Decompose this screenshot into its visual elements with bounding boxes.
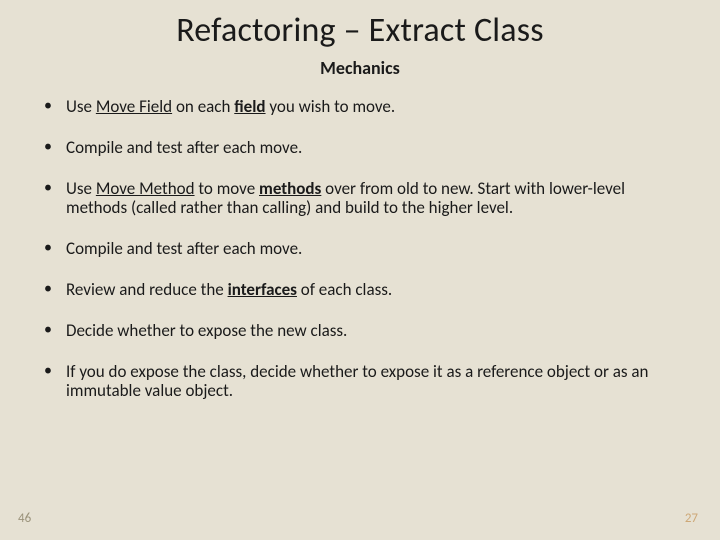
bullet-segment: Move Method xyxy=(96,178,195,199)
bullet-item: Review and reduce the interfaces of each… xyxy=(40,280,684,299)
bullet-segment: Review and reduce the xyxy=(66,279,228,300)
bullet-item: Decide whether to expose the new class. xyxy=(40,321,684,340)
bullet-item: Use Move Field on each field you wish to… xyxy=(40,97,684,116)
bullet-segment: to move xyxy=(195,178,259,199)
bullet-segment: you wish to move. xyxy=(266,96,396,117)
bullet-segment: Compile and test after each move. xyxy=(66,137,302,158)
bullet-segment: field xyxy=(234,96,265,117)
bullet-item: Compile and test after each move. xyxy=(40,239,684,258)
bullet-segment: Use xyxy=(66,178,96,199)
bullet-segment: of each class. xyxy=(297,279,392,300)
slide: Refactoring – Extract Class Mechanics Us… xyxy=(0,0,720,540)
bullet-segment: interfaces xyxy=(228,279,297,300)
bullet-segment: Compile and test after each move. xyxy=(66,238,302,259)
bullet-segment: Move Field xyxy=(96,96,172,117)
bullet-item: Compile and test after each move. xyxy=(40,138,684,157)
bullet-segment: methods xyxy=(259,178,321,199)
bullet-list: Use Move Field on each field you wish to… xyxy=(36,97,684,400)
bullet-item: If you do expose the class, decide wheth… xyxy=(40,362,684,400)
bullet-segment: Decide whether to expose the new class. xyxy=(66,320,347,341)
bullet-item: Use Move Method to move methods over fro… xyxy=(40,179,684,217)
bullet-segment: If you do expose the class, decide wheth… xyxy=(66,361,648,401)
slide-subtitle: Mechanics xyxy=(36,57,684,79)
bullet-segment: on each xyxy=(172,96,234,117)
page-number-right: 27 xyxy=(685,511,698,526)
page-number-left: 46 xyxy=(18,511,31,526)
bullet-segment: Use xyxy=(66,96,96,117)
slide-title: Refactoring – Extract Class xyxy=(36,10,684,51)
